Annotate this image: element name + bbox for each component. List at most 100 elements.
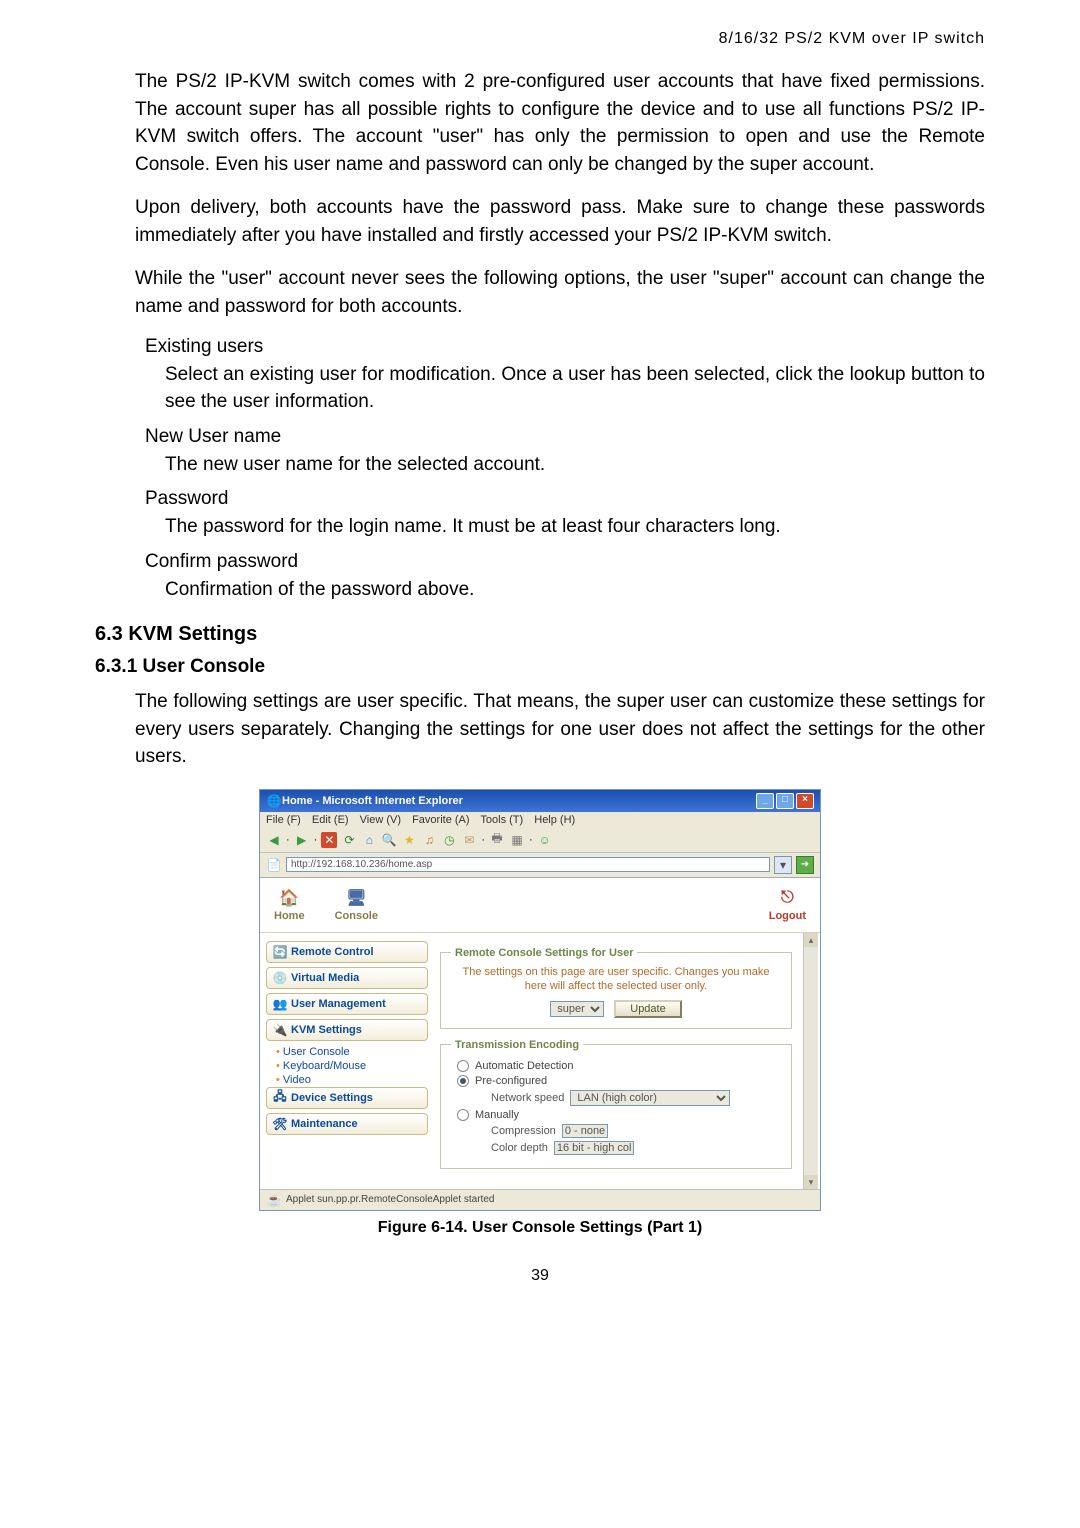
back-icon[interactable]: ◀	[266, 832, 282, 848]
screenshot-window: 🌐 Home - Microsoft Internet Explorer _ □…	[259, 789, 821, 1211]
radio-icon[interactable]	[457, 1075, 469, 1087]
status-text: Applet sun.pp.pr.RemoteConsoleApplet sta…	[286, 1194, 494, 1205]
legend-transmission: Transmission Encoding	[451, 1039, 583, 1051]
option-manually[interactable]: Manually	[457, 1109, 781, 1121]
sidebar-sub-user-console[interactable]: User Console	[266, 1045, 428, 1059]
menu-file[interactable]: File (F)	[266, 814, 301, 826]
term-confirm-desc: Confirmation of the password above.	[165, 577, 985, 604]
update-button[interactable]: Update	[614, 1000, 681, 1018]
print-icon[interactable]: 🖶	[489, 832, 505, 848]
address-input[interactable]: http://192.168.10.236/home.asp	[286, 857, 770, 872]
sidebar: 🔄 Remote Control 💿 Virtual Media 👥 User …	[260, 933, 434, 1189]
dropdown-icon[interactable]: ▾	[774, 856, 792, 874]
menu-edit[interactable]: Edit (E)	[312, 814, 349, 826]
intro-para-3: While the "user" account never sees the …	[135, 265, 985, 320]
section-heading: 6.3 KVM Settings	[95, 623, 985, 646]
user-select[interactable]: super	[550, 1001, 604, 1017]
nav-console[interactable]: 🖥 Console	[335, 888, 378, 922]
nav-logout-label: Logout	[769, 910, 806, 922]
home-icon[interactable]: ⌂	[361, 832, 377, 848]
status-bar: ☕ Applet sun.pp.pr.RemoteConsoleApplet s…	[260, 1189, 820, 1210]
close-button[interactable]: ×	[796, 793, 814, 809]
nav-home[interactable]: 🏠 Home	[274, 888, 305, 922]
page-icon: 📄	[266, 857, 282, 873]
nav-console-label: Console	[335, 910, 378, 922]
refresh-icon[interactable]: ⟳	[341, 832, 357, 848]
media-disk-icon: 💿	[273, 971, 287, 985]
remote-icon: 🔄	[273, 945, 287, 959]
network-speed-label: Network speed	[491, 1092, 564, 1104]
nav-logout[interactable]: ⎋ Logout	[769, 888, 806, 922]
fieldset-transmission-encoding: Transmission Encoding Automatic Detectio…	[440, 1039, 792, 1169]
window-titlebar[interactable]: 🌐 Home - Microsoft Internet Explorer _ □…	[260, 790, 820, 812]
sidebar-item-kvm-settings[interactable]: 🔌 KVM Settings	[266, 1019, 428, 1041]
window-title: Home - Microsoft Internet Explorer	[282, 795, 463, 807]
sidebar-item-maintenance[interactable]: 🛠 Maintenance	[266, 1113, 428, 1135]
history-icon[interactable]: ◷	[441, 832, 457, 848]
legend-remote-settings: Remote Console Settings for User	[451, 947, 637, 959]
option-automatic[interactable]: Automatic Detection	[457, 1060, 781, 1072]
menu-tools[interactable]: Tools (T)	[480, 814, 523, 826]
term-new-user: New User name	[145, 426, 985, 448]
address-bar: 📄 http://192.168.10.236/home.asp ▾ ➔	[260, 853, 820, 878]
term-existing-users: Existing users	[145, 336, 985, 358]
term-existing-users-desc: Select an existing user for modification…	[165, 362, 985, 415]
forward-icon[interactable]: ▶	[294, 832, 310, 848]
applet-icon: ☕	[266, 1192, 282, 1208]
sidebar-item-user-management[interactable]: 👥 User Management	[266, 993, 428, 1015]
figure-caption: Figure 6-14. User Console Settings (Part…	[95, 1219, 985, 1237]
menu-help[interactable]: Help (H)	[534, 814, 575, 826]
scrollbar[interactable]: ▴ ▾	[803, 933, 818, 1189]
edit-icon[interactable]: ▦	[509, 832, 525, 848]
wrench-icon: 🛠	[273, 1117, 287, 1131]
maximize-button[interactable]: □	[776, 793, 794, 809]
radio-icon[interactable]	[457, 1060, 469, 1072]
media-icon[interactable]: ♫	[421, 832, 437, 848]
color-depth-select: 16 bit - high col	[554, 1141, 635, 1155]
users-icon: 👥	[273, 997, 287, 1011]
sidebar-sub-keyboard-mouse[interactable]: Keyboard/Mouse	[266, 1059, 428, 1073]
favorites-icon[interactable]: ★	[401, 832, 417, 848]
compression-label: Compression	[491, 1125, 556, 1137]
panel-description: The settings on this page are user speci…	[451, 965, 781, 994]
term-confirm: Confirm password	[145, 551, 985, 573]
compression-select: 0 - none	[562, 1124, 608, 1138]
subsection-heading: 6.3.1 User Console	[95, 656, 985, 678]
term-new-user-desc: The new user name for the selected accou…	[165, 452, 985, 479]
sidebar-sub-video[interactable]: Video	[266, 1073, 428, 1087]
menu-favorite[interactable]: Favorite (A)	[412, 814, 469, 826]
intro-para-2: Upon delivery, both accounts have the pa…	[135, 194, 985, 249]
subsection-para: The following settings are user specific…	[135, 688, 985, 771]
kvm-icon: 🔌	[273, 1023, 287, 1037]
search-icon[interactable]: 🔍	[381, 832, 397, 848]
term-password: Password	[145, 488, 985, 510]
intro-para-1: The PS/2 IP-KVM switch comes with 2 pre-…	[135, 68, 985, 178]
app-header: 🏠 Home 🖥 Console ⎋ Logout	[260, 878, 820, 933]
main-panel: Remote Console Settings for User The set…	[434, 933, 820, 1189]
running-header: 8/16/32 PS/2 KVM over IP switch	[95, 30, 985, 48]
messenger-icon[interactable]: ☺	[537, 832, 553, 848]
menu-view[interactable]: View (V)	[360, 814, 401, 826]
radio-icon[interactable]	[457, 1109, 469, 1121]
stop-icon[interactable]: ✕	[321, 832, 337, 848]
minimize-button[interactable]: _	[756, 793, 774, 809]
fieldset-remote-console-settings: Remote Console Settings for User The set…	[440, 947, 792, 1029]
go-button[interactable]: ➔	[796, 856, 814, 874]
mail-icon[interactable]: ✉	[461, 832, 477, 848]
scroll-down-icon[interactable]: ▾	[804, 1175, 818, 1189]
ie-icon: 🌐	[266, 793, 282, 809]
sidebar-item-device-settings[interactable]: 🖧 Device Settings	[266, 1087, 428, 1109]
term-password-desc: The password for the login name. It must…	[165, 514, 985, 541]
page-number: 39	[95, 1267, 985, 1285]
menubar[interactable]: File (F) Edit (E) View (V) Favorite (A) …	[260, 812, 820, 828]
network-speed-select[interactable]: LAN (high color)	[570, 1090, 730, 1106]
color-depth-label: Color depth	[491, 1142, 548, 1154]
sidebar-item-remote-control[interactable]: 🔄 Remote Control	[266, 941, 428, 963]
console-icon: 🖥	[345, 888, 367, 908]
nav-home-label: Home	[274, 910, 305, 922]
option-preconfigured[interactable]: Pre-configured	[457, 1075, 781, 1087]
sidebar-item-virtual-media[interactable]: 💿 Virtual Media	[266, 967, 428, 989]
toolbar: ◀ · ▶ · ✕ ⟳ ⌂ 🔍 ★ ♫ ◷ ✉ · 🖶 ▦ · ☺	[260, 828, 820, 853]
scroll-up-icon[interactable]: ▴	[804, 933, 818, 947]
logout-icon: ⎋	[776, 888, 798, 908]
